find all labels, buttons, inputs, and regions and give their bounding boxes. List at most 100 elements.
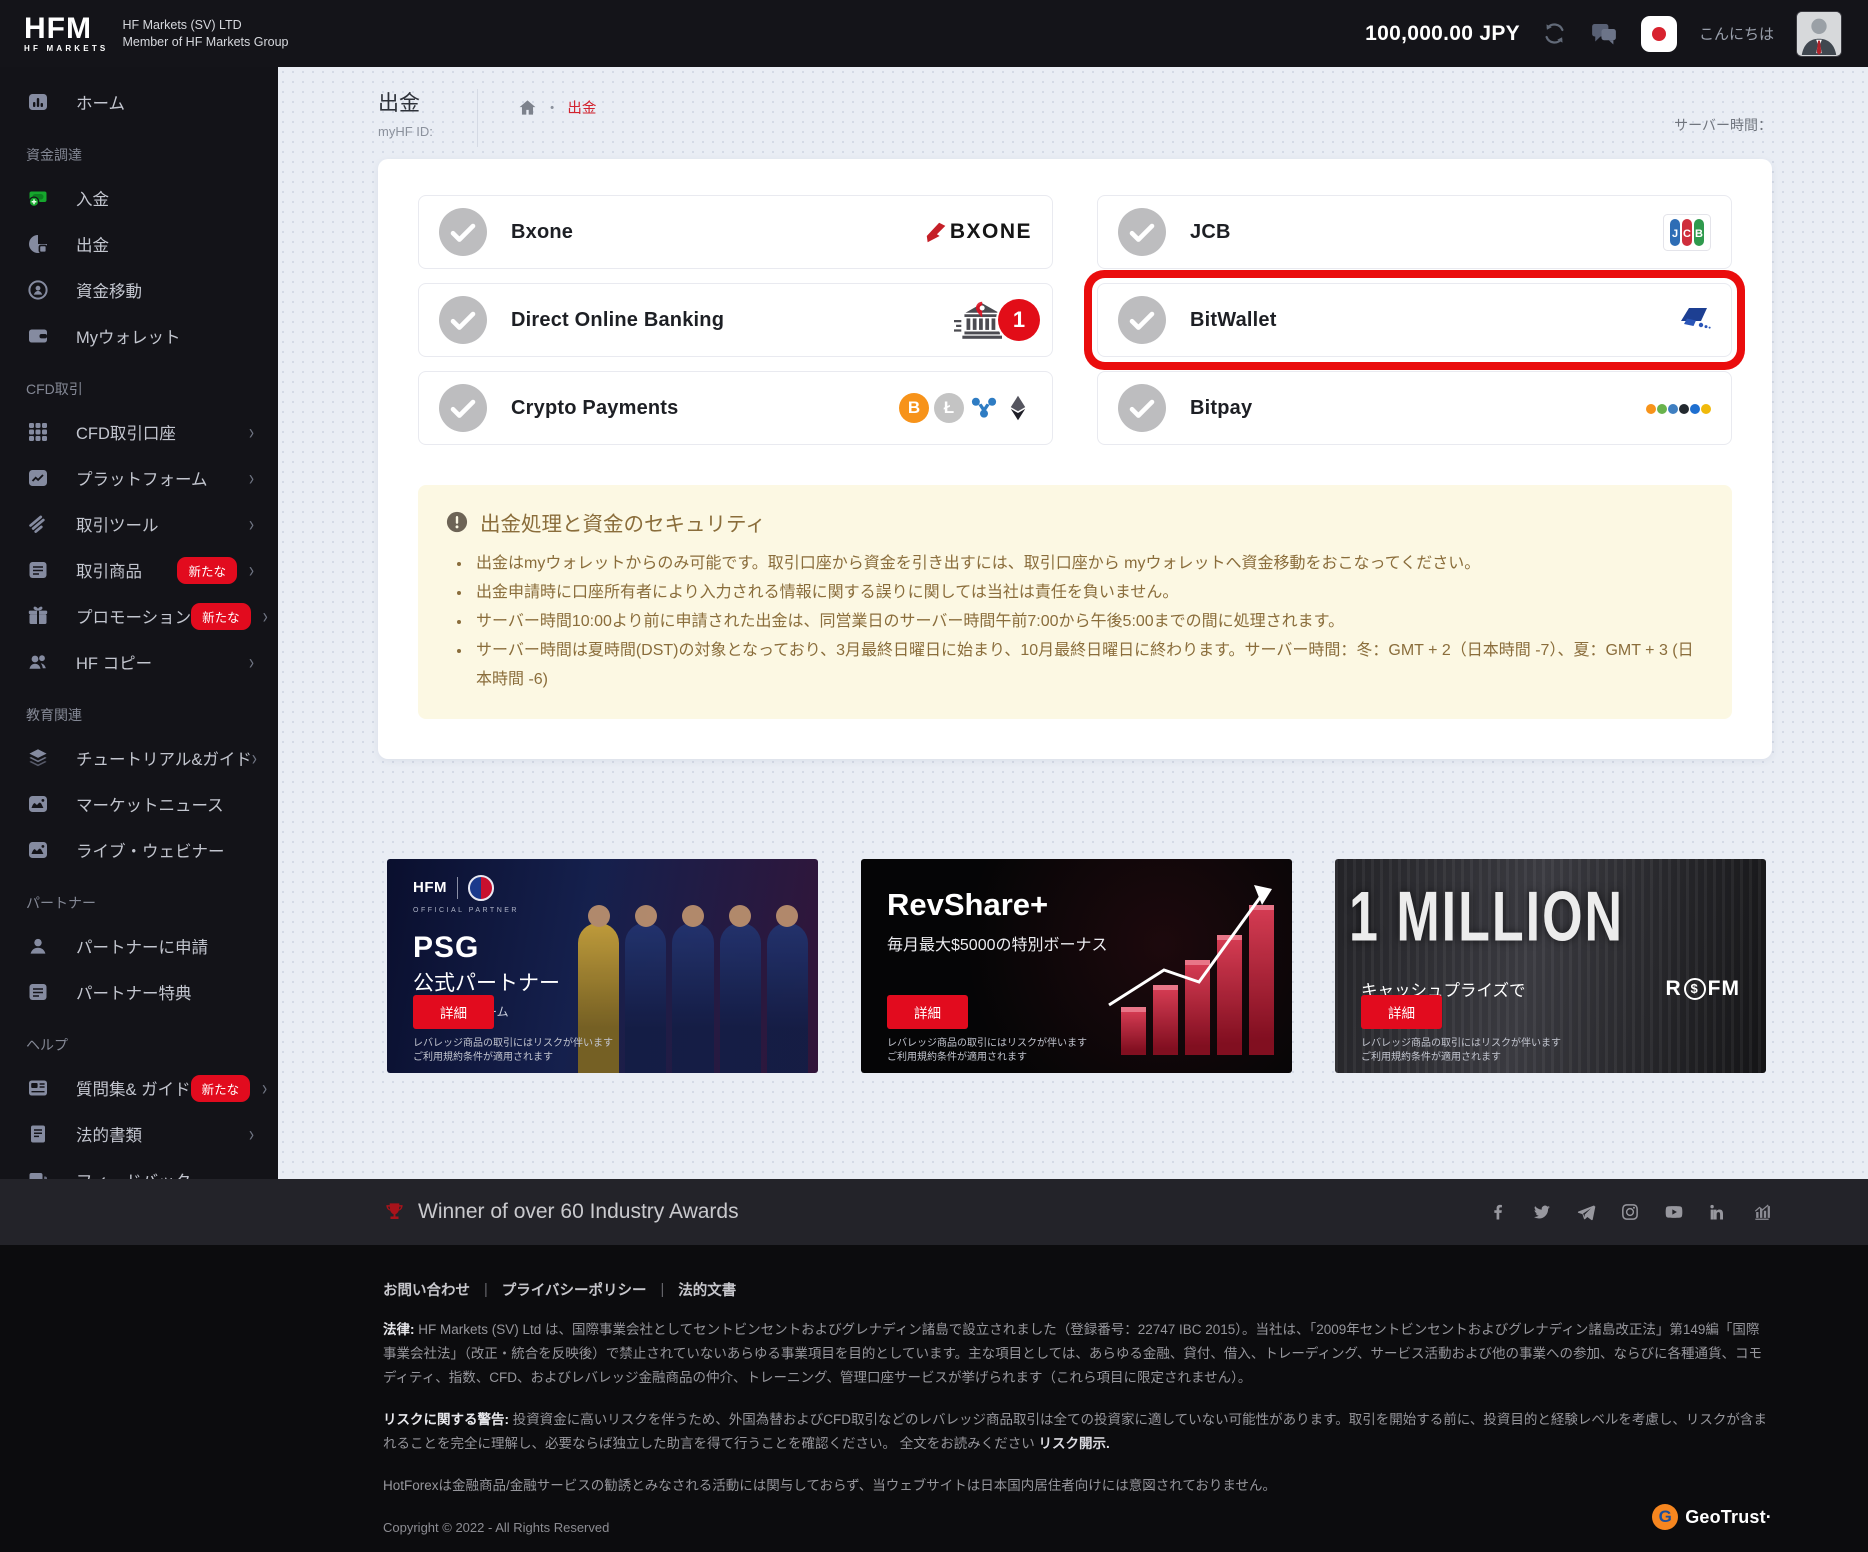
sidebar-item[interactable]: CFD取引口座› — [0, 409, 278, 455]
footer-link-separator: | — [661, 1282, 665, 1298]
youtube-icon[interactable] — [1664, 1202, 1684, 1222]
sidebar-item[interactable]: 取引商品新たな› — [0, 547, 278, 593]
sidebar-item[interactable]: 取引ツール› — [0, 501, 278, 547]
messages-icon[interactable] — [1589, 19, 1619, 49]
trophy-icon — [383, 1201, 406, 1224]
chevron-right-icon: › — [252, 746, 257, 770]
notification-badge: 1 — [998, 299, 1040, 341]
payment-method-jcb[interactable]: JCBJCB — [1097, 195, 1732, 269]
sidebar-item-label: 出金 — [76, 232, 109, 256]
sidebar-item[interactable]: HF コピー› — [0, 639, 278, 685]
telegram-icon[interactable] — [1576, 1202, 1596, 1222]
instagram-icon[interactable] — [1620, 1202, 1640, 1222]
payment-method-bitwallet[interactable]: BitWallet — [1097, 283, 1732, 357]
banner-details-button[interactable]: 詳細 — [1361, 995, 1442, 1029]
refresh-balance-icon[interactable] — [1542, 21, 1567, 46]
banner-title: 1 MILLION — [1349, 877, 1624, 958]
payment-method-bxone[interactable]: BxoneBXONE — [418, 195, 1053, 269]
breadcrumb-separator: ・ — [545, 97, 560, 118]
greeting-text: こんにちは — [1699, 23, 1774, 44]
promo-banner-mil[interactable]: 1 MILLIONキャッシュプライズでR$FM詳細レバレッジ商品の取引にはリスク… — [1335, 859, 1766, 1073]
payment-method-bitpay[interactable]: Bitpay — [1097, 371, 1732, 445]
stats-icon[interactable] — [1752, 1202, 1772, 1222]
sidebar-item-label: チュートリアル&ガイド — [76, 746, 252, 770]
sidebar-section-title: パートナー — [0, 873, 278, 923]
wallet-icon — [26, 324, 50, 348]
geotrust-seal[interactable]: G GeoTrust· — [1652, 1504, 1772, 1530]
sidebar-section-title: 教育関連 — [0, 685, 278, 735]
sidebar-item-label: ライブ・ウェビナー — [76, 838, 225, 862]
sidebar-item[interactable]: 質問集& ガイド新たな› — [0, 1065, 278, 1111]
sidebar-item-label: 取引商品 — [76, 558, 142, 582]
sidebar-item[interactable]: ホーム — [0, 79, 278, 125]
footer-links: お問い合わせ|プライバシーポリシー|法的文書 — [383, 1279, 1772, 1300]
copyright-text: Copyright © 2022 - All Rights Reserved — [383, 1516, 1772, 1539]
user-avatar[interactable] — [1796, 11, 1842, 57]
payment-method-direct-online-banking[interactable]: Direct Online Banking 1 — [418, 283, 1053, 357]
sidebar-item[interactable]: チュートリアル&ガイド› — [0, 735, 278, 781]
awards-text: Winner of over 60 Industry Awards — [418, 1200, 739, 1224]
sidebar-item[interactable]: 入金 — [0, 175, 278, 221]
awards-band: Winner of over 60 Industry Awards — [0, 1179, 1868, 1245]
withdraw-icon — [26, 232, 50, 256]
brand-subtext: HF MARKETS — [24, 44, 108, 53]
footer-link[interactable]: プライバシーポリシー — [502, 1279, 647, 1300]
notice-bullet: サーバー時間は夏時間(DST)の対象となっており、3月最終日曜日に始まり、10月… — [472, 636, 1704, 694]
banner-subtitle: 公式パートナー — [413, 967, 560, 997]
sidebar-item-label: フィードバック — [76, 1168, 191, 1179]
footer-link[interactable]: 法的文書 — [678, 1279, 736, 1300]
sidebar-item[interactable]: プロモーション新たな› — [0, 593, 278, 639]
sidebar-item-label: HF コピー — [76, 650, 152, 674]
brand-text: HFM — [24, 12, 92, 45]
twitter-icon[interactable] — [1532, 1202, 1552, 1222]
banner-disclaimer: レバレッジ商品の取引にはリスクが伴いますご利用規約条件が適用されます — [413, 1037, 613, 1065]
app-root: HFM HF MARKETS HF Markets (SV) LTD Membe… — [0, 0, 1868, 1552]
sidebar-item[interactable]: ライブ・ウェビナー — [0, 827, 278, 873]
promo-banners: HFMOFFICIAL PARTNERPSG公式パートナー究極の勝利チーム詳細レ… — [387, 859, 1868, 1073]
page-header: 出金 myHF ID: ・ 出金 サーバー時間： — [278, 67, 1868, 147]
linkedin-icon[interactable] — [1708, 1202, 1728, 1222]
banner-details-button[interactable]: 詳細 — [413, 995, 494, 1029]
sidebar-item-label: ホーム — [76, 90, 125, 114]
server-time-label: サーバー時間： — [1674, 115, 1772, 135]
bitpay-logo — [1646, 402, 1711, 414]
breadcrumb: ・ 出金 — [518, 97, 597, 118]
bitcoin-icon: B — [899, 393, 929, 423]
risk-disclosure-link[interactable]: リスク開示. — [1039, 1436, 1110, 1451]
footer-link[interactable]: お問い合わせ — [383, 1279, 470, 1300]
promo-banner-rev[interactable]: RevShare+毎月最大$5000の特別ボーナス詳細レバレッジ商品の取引にはリ… — [861, 859, 1292, 1073]
sidebar-item[interactable]: パートナーに申請 — [0, 923, 278, 969]
sidebar-item[interactable]: 資金移動 — [0, 267, 278, 313]
top-bar: HFM HF MARKETS HF Markets (SV) LTD Membe… — [0, 0, 1868, 67]
promo-banner-psg[interactable]: HFMOFFICIAL PARTNERPSG公式パートナー究極の勝利チーム詳細レ… — [387, 859, 818, 1073]
hotforex-note: HotForexは金融商品/金融サービスの勧誘とみなされる活動には関与しておらず… — [383, 1474, 1772, 1498]
sidebar-item-label: 取引ツール — [76, 512, 159, 536]
main-content: 出金 myHF ID: ・ 出金 サーバー時間： BxoneBXONE JCBJC… — [278, 67, 1868, 1179]
company-name: HF Markets (SV) LTD Member of HF Markets… — [122, 17, 288, 51]
sidebar-item[interactable]: プラットフォーム› — [0, 455, 278, 501]
chevron-right-icon: › — [249, 466, 254, 490]
brand-logo[interactable]: HFM HF MARKETS HF Markets (SV) LTD Membe… — [24, 15, 288, 53]
home-icon[interactable] — [518, 98, 537, 117]
payment-method-name: Bitpay — [1190, 397, 1252, 420]
banner-details-button[interactable]: 詳細 — [887, 995, 968, 1029]
sidebar-item[interactable]: 法的書類› — [0, 1111, 278, 1157]
breadcrumb-current[interactable]: 出金 — [567, 97, 596, 118]
layers-icon — [26, 746, 50, 770]
sidebar-item[interactable]: 出金 — [0, 221, 278, 267]
alert-icon — [446, 511, 468, 533]
sidebar-item[interactable]: パートナー特典 — [0, 969, 278, 1015]
sidebar-item[interactable]: Myウォレット — [0, 313, 278, 359]
facebook-icon[interactable] — [1488, 1202, 1508, 1222]
language-flag-japan[interactable] — [1641, 16, 1677, 52]
sidebar-item[interactable]: フィードバック — [0, 1157, 278, 1179]
svg-text:J: J — [1672, 228, 1678, 240]
news-icon — [26, 792, 50, 816]
payment-method-crypto-payments[interactable]: Crypto PaymentsBŁ — [418, 371, 1053, 445]
sidebar-item-label: Myウォレット — [76, 324, 181, 348]
payment-method-name: Direct Online Banking — [511, 309, 724, 332]
account-balance: 100,000.00 JPY — [1365, 22, 1520, 46]
faq-icon — [26, 1076, 50, 1100]
geotrust-icon: G — [1652, 1504, 1678, 1530]
sidebar-item[interactable]: マーケットニュース — [0, 781, 278, 827]
